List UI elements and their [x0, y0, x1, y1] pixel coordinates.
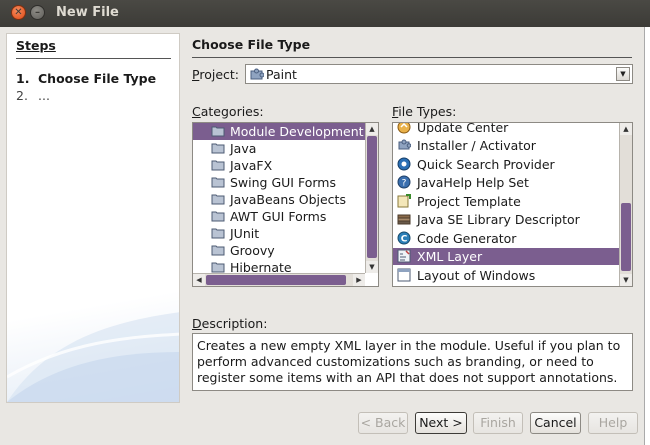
window-title: New File [56, 5, 119, 20]
folder-icon [211, 143, 225, 154]
dialog-body: Steps 1. Choose File Type 2.... Choose Fi… [0, 27, 644, 445]
button-bar: < Back Next > Finish Cancel Help [0, 405, 644, 445]
categories-label: Categories: [192, 104, 264, 119]
folder-icon [211, 245, 225, 256]
decorative-swoosh [7, 312, 179, 402]
steps-divider [16, 58, 171, 59]
scroll-thumb[interactable] [206, 275, 346, 285]
scroll-down-icon[interactable]: ▼ [620, 274, 632, 286]
categories-horizontal-scrollbar[interactable]: ◀ ▶ [193, 273, 365, 286]
folder-icon [211, 177, 225, 188]
code-generator-icon: C [397, 231, 411, 245]
steps-panel: Steps 1. Choose File Type 2.... [6, 33, 180, 403]
project-select[interactable]: Paint ▼ [245, 64, 633, 84]
scroll-up-icon[interactable]: ▲ [366, 123, 378, 135]
step-number: 1. [16, 71, 30, 86]
scroll-thumb[interactable] [367, 136, 377, 258]
folder-icon [211, 262, 225, 273]
project-value: Paint [266, 67, 297, 82]
description-label: Description: [192, 316, 268, 331]
folder-icon [211, 211, 225, 222]
folder-icon [211, 160, 225, 171]
list-item[interactable]: Module Development [193, 123, 365, 140]
next-button[interactable]: Next > [415, 412, 467, 434]
library-descriptor-icon [397, 214, 411, 225]
panel-divider [192, 57, 632, 58]
list-item[interactable]: XML Layer [393, 248, 619, 265]
categories-list[interactable]: Module Development Java JavaFX Swing GUI… [192, 122, 379, 287]
step-item-1: 1. Choose File Type [16, 71, 156, 86]
title-bar: ✕ – New File [0, 0, 650, 27]
svg-text:C: C [401, 235, 408, 245]
window-layout-icon [397, 268, 411, 282]
background-window-edge [644, 27, 650, 445]
minimize-window-button[interactable]: – [30, 5, 45, 20]
close-window-button[interactable]: ✕ [11, 5, 26, 20]
back-button[interactable]: < Back [358, 412, 408, 434]
folder-icon [211, 194, 225, 205]
svg-text:?: ? [402, 179, 407, 189]
folder-icon [211, 228, 225, 239]
file-types-list[interactable]: Update Center Installer / Activator Quic… [392, 122, 633, 287]
scroll-thumb[interactable] [621, 203, 631, 271]
file-types-vertical-scrollbar[interactable]: ▲ ▼ [619, 123, 632, 286]
steps-title: Steps [16, 38, 56, 53]
chevron-down-icon[interactable]: ▼ [616, 67, 630, 81]
project-template-icon [397, 194, 411, 208]
help-button[interactable]: Help [588, 412, 638, 434]
update-center-icon [397, 123, 411, 134]
panel-title: Choose File Type [192, 37, 311, 52]
main-panel: Choose File Type Project: Paint ▼ Catego… [186, 33, 638, 403]
categories-vertical-scrollbar[interactable]: ▲ ▼ [365, 123, 378, 273]
help-set-icon: ? [397, 175, 411, 189]
file-types-label: File Types: [392, 104, 457, 119]
scroll-down-icon[interactable]: ▼ [366, 261, 378, 273]
quick-search-icon [397, 157, 411, 171]
description-text: Creates a new empty XML layer in the mod… [192, 333, 633, 391]
step-number: 2. [16, 88, 28, 103]
scroll-up-icon[interactable]: ▲ [620, 123, 632, 135]
scroll-left-icon[interactable]: ◀ [193, 274, 205, 286]
scroll-right-icon[interactable]: ▶ [353, 274, 365, 286]
finish-button[interactable]: Finish [473, 412, 523, 434]
project-puzzle-icon [250, 68, 264, 80]
xml-layer-icon [397, 249, 411, 263]
step-label: Choose File Type [38, 71, 157, 86]
cancel-button[interactable]: Cancel [530, 412, 581, 434]
step-label: ... [38, 88, 50, 103]
step-item-2: 2.... [16, 88, 50, 103]
project-label: Project: [192, 67, 239, 82]
installer-icon [398, 139, 411, 150]
folder-icon [211, 126, 225, 137]
